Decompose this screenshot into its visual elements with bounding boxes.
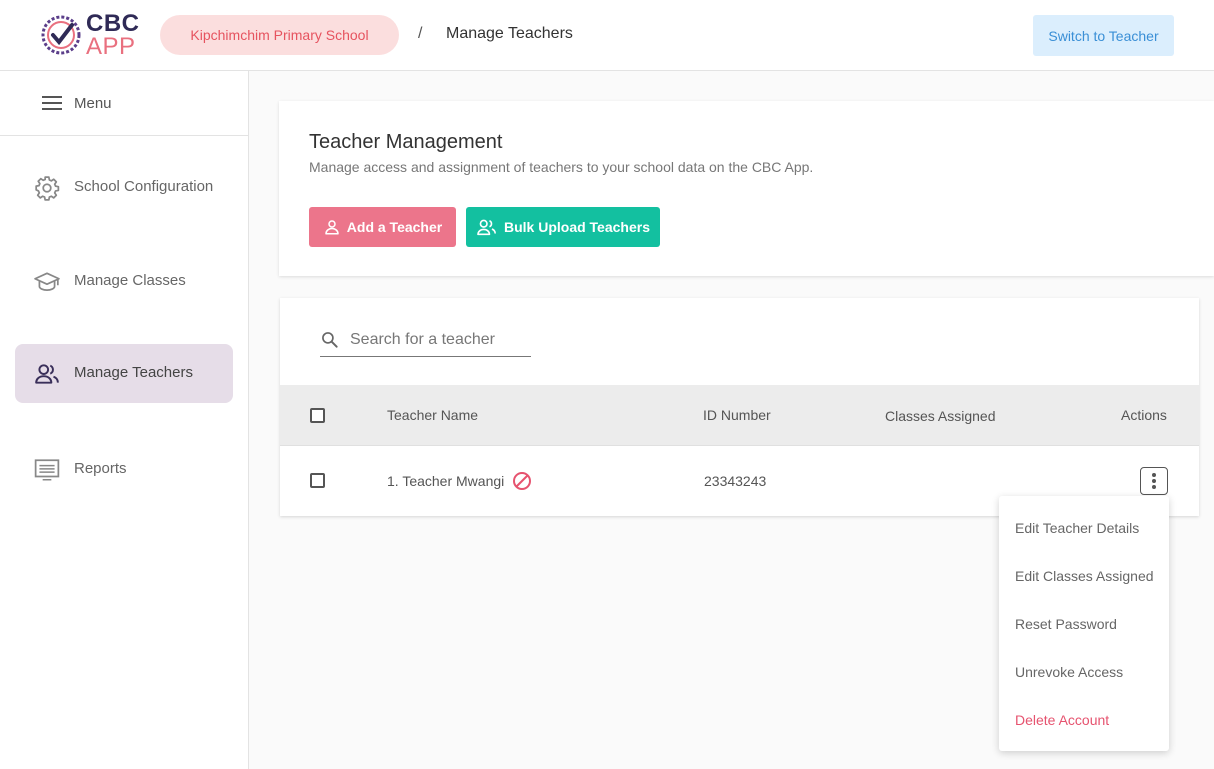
menu-toggle[interactable]: Menu [0, 71, 248, 136]
school-selector[interactable]: Kipchimchim Primary School [160, 15, 399, 55]
menu-item-unrevoke-access[interactable]: Unrevoke Access [1015, 664, 1123, 680]
sidebar-item-label: Reports [74, 460, 127, 477]
add-teacher-label: Add a Teacher [346, 219, 443, 235]
users-icon [477, 219, 496, 236]
menu-label: Menu [74, 95, 112, 112]
teachers-table-card: Teacher Name ID Number Classes Assigned … [280, 298, 1199, 516]
gear-icon [35, 176, 60, 201]
bulk-upload-teachers-button[interactable]: Bulk Upload Teachers [466, 207, 660, 247]
switch-to-teacher-button[interactable]: Switch to Teacher [1033, 15, 1174, 56]
logo-text-app: APP [86, 33, 136, 60]
hamburger-icon [42, 96, 62, 110]
search-input[interactable] [350, 329, 530, 351]
id-number-cell: 23343243 [704, 473, 767, 489]
sidebar: Menu School Configuration Manage Classes… [0, 71, 249, 769]
page-subtitle: Manage access and assignment of teachers… [309, 159, 814, 175]
select-all-checkbox[interactable] [310, 408, 325, 423]
sidebar-item-label: Manage Classes [74, 272, 186, 289]
actions-dropdown-menu: Edit Teacher Details Edit Classes Assign… [999, 496, 1169, 751]
sidebar-item-reports[interactable]: Reports [15, 440, 233, 499]
breadcrumb-current-page: Manage Teachers [446, 25, 573, 42]
teacher-management-card: Teacher Management Manage access and ass… [279, 101, 1214, 276]
menu-item-delete-account[interactable]: Delete Account [1015, 712, 1109, 728]
sidebar-item-label: School Configuration [74, 178, 214, 195]
app-logo[interactable]: CBC APP [40, 12, 140, 60]
column-header-classes-assigned: Classes Assigned [885, 408, 996, 424]
sidebar-item-manage-teachers[interactable]: Manage Teachers [15, 344, 233, 403]
table-header: Teacher Name ID Number Classes Assigned … [280, 385, 1199, 446]
row-checkbox[interactable] [310, 473, 325, 488]
top-bar: CBC APP Kipchimchim Primary School / Man… [0, 0, 1214, 71]
page-title: Teacher Management [309, 131, 503, 153]
logo-badge-icon [41, 15, 81, 55]
search-field[interactable] [320, 325, 531, 357]
teacher-name-cell: 1. Teacher Mwangi [387, 473, 505, 489]
monitor-icon [34, 459, 60, 481]
search-icon [322, 332, 338, 348]
breadcrumb-separator: / [418, 25, 423, 42]
add-teacher-button[interactable]: Add a Teacher [309, 207, 456, 247]
more-vertical-icon [1152, 473, 1156, 477]
graduation-cap-icon [34, 272, 60, 291]
bulk-upload-label: Bulk Upload Teachers [503, 219, 650, 235]
column-header-actions: Actions [1121, 407, 1167, 423]
menu-item-reset-password[interactable]: Reset Password [1015, 616, 1117, 632]
revoked-icon [513, 472, 531, 490]
sidebar-item-manage-classes[interactable]: Manage Classes [15, 252, 233, 311]
menu-item-edit-classes-assigned[interactable]: Edit Classes Assigned [1015, 568, 1154, 584]
column-header-teacher-name: Teacher Name [387, 407, 479, 423]
person-icon [325, 220, 339, 235]
sidebar-item-school-configuration[interactable]: School Configuration [15, 158, 233, 217]
users-icon [35, 364, 59, 384]
row-actions-button[interactable] [1140, 467, 1168, 495]
sidebar-item-label: Manage Teachers [74, 364, 193, 381]
column-header-id-number: ID Number [703, 407, 771, 423]
menu-item-edit-teacher-details[interactable]: Edit Teacher Details [1015, 520, 1139, 536]
